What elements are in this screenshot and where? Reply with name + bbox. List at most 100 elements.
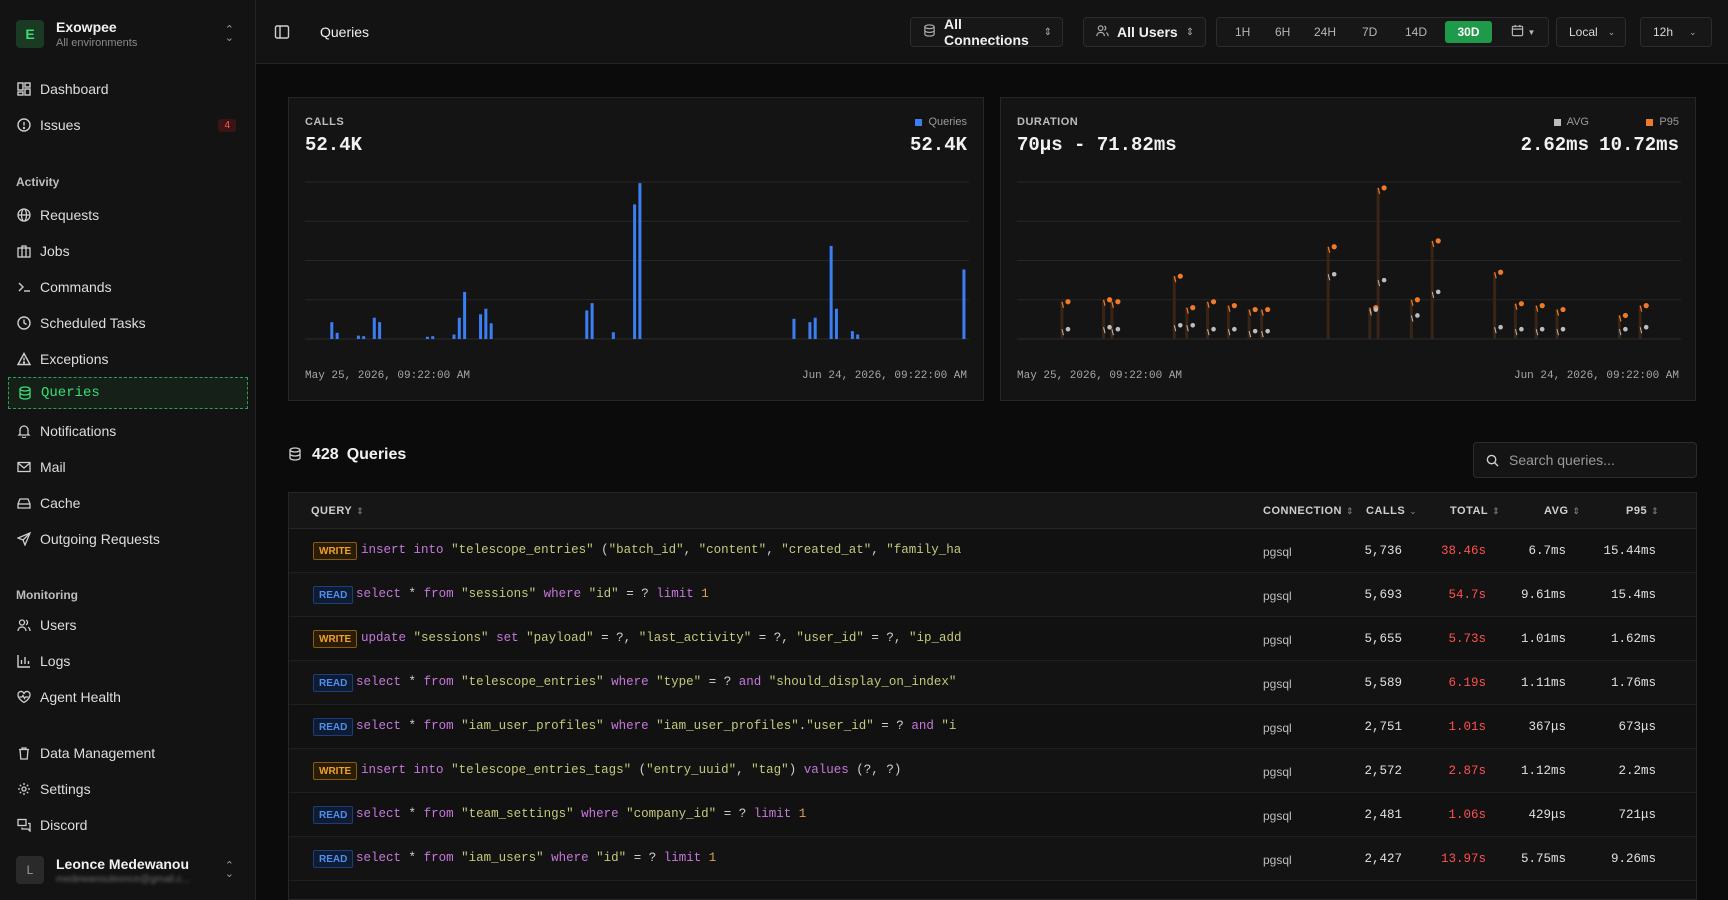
query-p95: 1.62ms [1610,632,1656,646]
search-box [1473,442,1697,478]
warning-triangle-icon [16,351,32,367]
sidebar-item-issues[interactable]: Issues 4 [8,109,248,141]
sidebar-item-agent-health[interactable]: Agent Health [8,681,248,713]
sidebar-item-dashboard[interactable]: Dashboard [8,73,248,105]
query-p95: 9.26ms [1610,852,1656,866]
sidebar-item-notifications[interactable]: Notifications [8,415,248,447]
table-row[interactable]: READ select * from "iam_users" where "id"… [289,837,1696,881]
query-p95: 15.4ms [1610,588,1656,602]
queries-count: 428 [312,446,339,463]
sidebar-item-label: Outgoing Requests [40,531,160,547]
environment-switcher[interactable]: E Exowpee All environments ⌃ ⌄ [12,14,244,54]
main-content: CALLS 52.4K Queries 52.4K May 25, 2026, … [256,64,1728,900]
range-button-30d[interactable]: 30D [1445,21,1492,43]
p95-legend: P95 [1646,116,1679,128]
legend-value-avg: 2.62ms [1520,134,1589,156]
interval-select[interactable]: 12h ⌄ [1640,17,1712,47]
avg-point [1107,324,1112,330]
connections-select[interactable]: All Connections ⇕ [910,16,1063,48]
brand-name: Exowpee [56,19,117,35]
column-header-query[interactable]: QUERY ⇕ [311,505,364,517]
sidebar-item-label: Jobs [40,243,70,259]
sidebar-item-commands[interactable]: Commands [8,271,248,303]
sidebar-item-discord[interactable]: Discord [8,809,248,841]
sidebar-item-scheduled-tasks[interactable]: Scheduled Tasks [8,307,248,339]
query-type-badge: WRITE [313,762,358,780]
query-connection: pgsql [1263,677,1292,691]
sidebar-item-exceptions[interactable]: Exceptions [8,343,248,375]
column-header-calls[interactable]: CALLS ⌄ [1366,505,1417,517]
sidebar-item-queries[interactable]: Queries [8,377,248,409]
sort-icon: ⇕ [1651,506,1660,516]
column-header-connection[interactable]: CONNECTION ⇕ [1263,505,1354,517]
legend-swatch-avg [1553,118,1561,126]
p95-point [1331,244,1337,250]
column-header-p95[interactable]: P95 ⇕ [1626,505,1659,517]
bar [335,332,339,339]
bar-chart-icon [16,653,32,669]
sidebar-item-users[interactable]: Users [8,609,248,641]
query-connection: pgsql [1263,633,1292,647]
bar [378,322,382,339]
range-button-24h[interactable]: 24H [1306,21,1344,43]
range-button-7d[interactable]: 7D [1354,21,1385,43]
sidebar-item-logs[interactable]: Logs [8,645,248,677]
calls-label: CALLS [305,116,345,128]
range-button-6h[interactable]: 6H [1267,21,1298,43]
avg-point [1211,326,1216,332]
range-button-14d[interactable]: 14D [1397,21,1435,43]
queries-table: QUERY ⇕ CONNECTION ⇕ CALLS ⌄ TOTAL ⇕ AVG ⇕ P9… [288,492,1697,900]
range-button-1h[interactable]: 1H [1227,21,1258,43]
query-sql: insert into "telescope_entries_tags" ("e… [361,763,902,777]
sidebar-item-cache[interactable]: Cache [8,487,248,519]
timezone-select[interactable]: Local ⌄ [1556,17,1626,47]
search-input[interactable] [1509,452,1689,468]
avg-point [1177,322,1183,328]
sidebar-item-jobs[interactable]: Jobs [8,235,248,267]
table-row[interactable]: READ select * from "iam_user_profiles" wh… [289,705,1696,749]
query-calls: 2,427 [1364,852,1402,866]
duration-chart-card: DURATION 70μs - 71.82ms AVG P95 2.62ms 1… [1000,97,1696,401]
date-picker-button[interactable]: ▼ [1502,21,1544,43]
legend-swatch-queries [915,118,923,126]
column-header-avg[interactable]: AVG ⇕ [1544,505,1581,517]
query-avg: 1.11ms [1520,676,1566,690]
table-row[interactable]: READ select * from "sessions" where "id" … [289,573,1696,617]
query-calls: 2,751 [1364,720,1402,734]
p95-point [1177,273,1183,279]
p95-point [1518,301,1524,307]
table-row[interactable]: WRITE insert into "telescope_entries" ("b… [289,529,1696,573]
sidebar-item-mail[interactable]: Mail [8,451,248,483]
p95-point [1252,306,1258,313]
query-connection: pgsql [1263,809,1292,823]
query-type-badge: READ [313,586,354,604]
table-row[interactable]: WRITE update "sessions" set "payload" = ?… [289,617,1696,661]
table-row[interactable]: READ select * from "team_settings" where … [289,793,1696,837]
chevron-updown-icon: ⌃ ⌄ [224,24,234,44]
sidebar-item-requests[interactable]: Requests [8,199,248,231]
users-select[interactable]: All Users ⇕ [1083,17,1206,47]
query-type-badge: READ [313,674,354,692]
avg-point [1373,307,1379,312]
avg-legend: AVG [1553,116,1589,128]
column-label: TOTAL [1450,505,1489,517]
p95-point [1498,269,1504,275]
query-connection: pgsql [1263,853,1292,867]
sidebar-item-data-management[interactable]: Data Management [8,737,248,769]
legend-value-p95: 10.72ms [1599,134,1679,156]
brand-subtitle: All environments [56,37,138,49]
column-header-total[interactable]: TOTAL ⇕ [1450,505,1500,517]
bar [792,318,796,339]
query-avg: 429μs [1528,808,1566,822]
sidebar-item-label: Notifications [40,423,117,439]
query-avg: 1.01ms [1520,632,1566,646]
table-row[interactable]: WRITE insert into "telescope_entries_tags… [289,749,1696,793]
user-menu[interactable]: L Leonce Medewanou medewanouleonce@gmail… [12,850,244,890]
sidebar-item-outgoing-requests[interactable]: Outgoing Requests [8,523,248,555]
sidebar-item-settings[interactable]: Settings [8,773,248,805]
sidebar-toggle-icon[interactable] [274,24,290,40]
duration-date-end: Jun 24, 2026, 09:22:00 AM [1513,370,1679,382]
query-type-badge: WRITE [313,630,358,648]
sidebar-item-label: Logs [40,653,71,669]
table-row[interactable]: READ select * from "telescope_entries" wh… [289,661,1696,705]
